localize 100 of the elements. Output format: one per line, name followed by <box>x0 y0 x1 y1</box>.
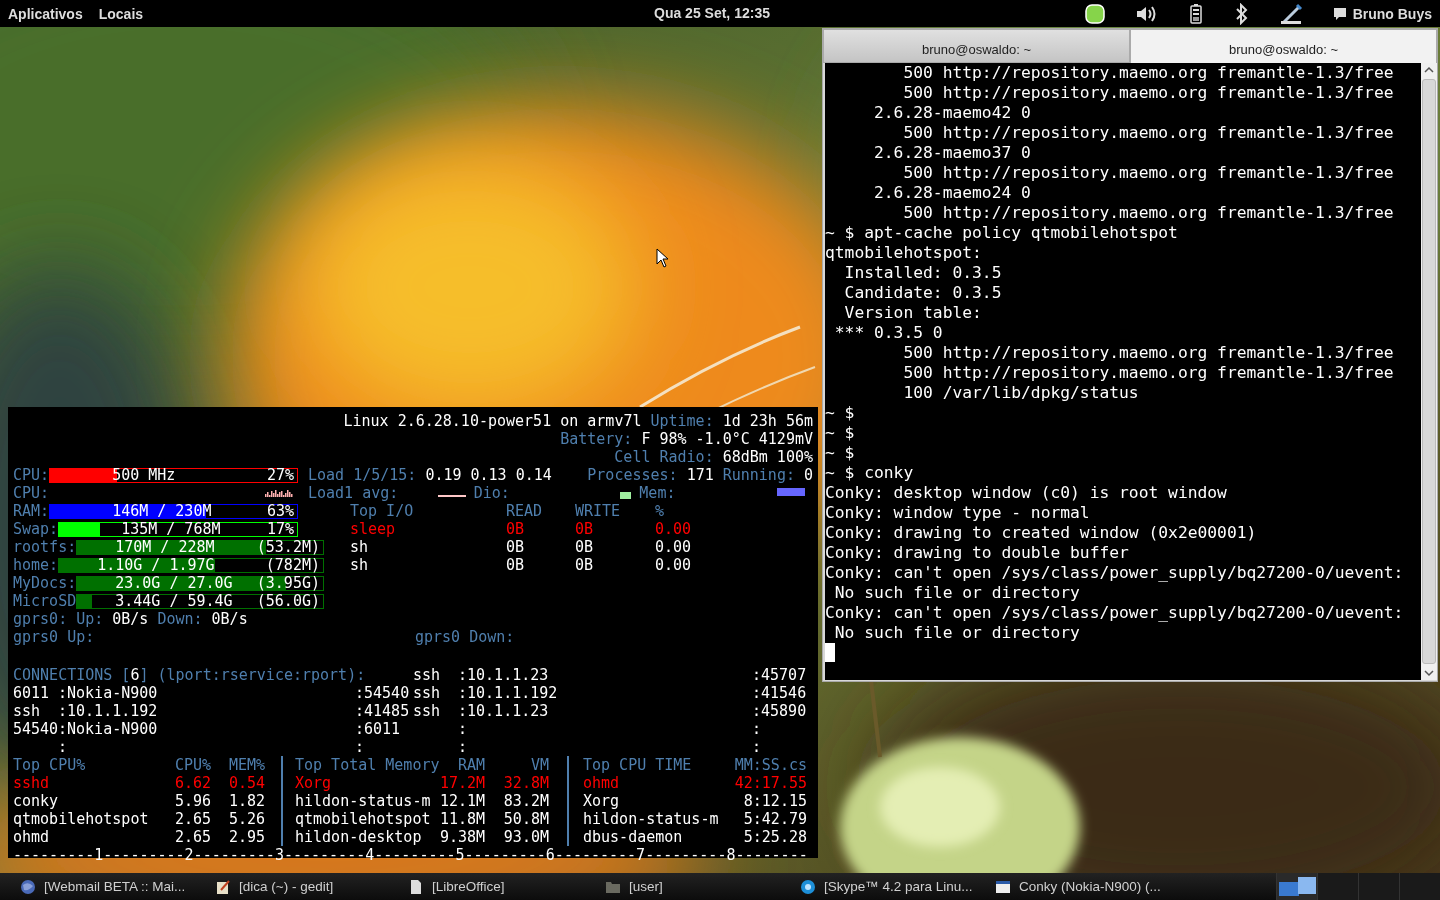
table-cell-text: :41485 <box>355 702 411 720</box>
table-cell-text: 50.8M <box>502 810 549 828</box>
table-cell-text: 0.54 <box>229 774 267 792</box>
table-cell-text: 0B <box>575 520 595 538</box>
clock[interactable]: Qua 25 Set, 12:35 <box>654 5 770 21</box>
terminal-line: Installed: 0.3.5 <box>843 263 1003 283</box>
terminal-line: Conky: drawing to created window (0x2e00001) <box>825 523 1258 543</box>
table-cell-text: : <box>752 720 763 738</box>
table-cell-text: 8:12.15 <box>742 792 807 810</box>
table-cell-text: sh <box>350 538 370 556</box>
meter-reading: 27% <box>266 468 294 482</box>
terminal-line: No such file or directory <box>833 583 1081 603</box>
table-cell-text: :6011 <box>355 720 402 738</box>
terminal-line: ~ $ conky <box>825 463 915 483</box>
meter-reading: 17% <box>266 522 294 536</box>
meter-label: CPU: <box>13 484 50 502</box>
bluetooth-icon[interactable] <box>1234 2 1249 25</box>
table-cell-text: :45707 <box>752 666 808 684</box>
table-cell-text: : <box>58 738 69 756</box>
stat-label: Down: <box>157 610 203 628</box>
taskbar-item[interactable]: Conky (Nokia-N900) (... <box>993 873 1188 900</box>
column-header: WRITE <box>575 502 622 520</box>
stat-value: 68dBm 100% <box>722 448 813 466</box>
table-cell-text: 1.82 <box>229 792 267 810</box>
stat-label: Dio: <box>473 484 510 502</box>
table-cell-text: 5.26 <box>229 810 267 828</box>
terminal-line: Version table: <box>843 303 983 323</box>
table-cell: 17.2M <box>440 774 485 792</box>
table-cell-text: :41546 <box>752 684 808 702</box>
terminal-line: Conky: can't open /sys/class/power_supply/bq27200-0/uevent: <box>825 603 1405 623</box>
table-cell-text: 0B <box>506 538 526 556</box>
terminal-line: 2.6.28-maemo42 0 <box>873 103 1032 123</box>
taskbar-item[interactable]: [Webmail BETA :: Mai... <box>18 873 213 900</box>
stat-value: 0B/s <box>211 610 248 628</box>
table-cell-text: ohmd <box>583 774 621 792</box>
table-cell-text: ssh <box>413 666 442 684</box>
table-cell-text: 6011 <box>13 684 51 702</box>
terminal-line: Conky: can't open /sys/class/power_supply/bq27200-0/uevent: <box>825 563 1405 583</box>
table-cell-text: :Nokia-N900 <box>58 720 159 738</box>
terminal-tab[interactable]: bruno@oswaldo: ~ <box>1130 29 1437 63</box>
battery-icon[interactable] <box>1188 2 1205 25</box>
column-header: Top Total Memory <box>295 756 440 774</box>
stat-value: 0B/s <box>112 610 149 628</box>
terminal-line: Conky: drawing to double buffer <box>825 543 1130 563</box>
scrollbar[interactable] <box>1421 63 1437 680</box>
taskbar-item[interactable]: [LibreOffice] <box>408 873 603 900</box>
scrollbar-thumb[interactable] <box>1422 79 1436 664</box>
meter-reading: (782M) <box>265 558 320 572</box>
terminal-line: Conky: desktop window (c0) is root window <box>825 483 1228 503</box>
taskbar-item[interactable]: [Skype™ 4.2 para Linu... <box>798 873 993 900</box>
stat-label: Running: <box>722 466 795 484</box>
stat-value: 1d 23h 56m <box>722 412 813 430</box>
meter-label: rootfs: <box>13 538 77 556</box>
column-header: Top CPU% <box>13 756 87 774</box>
terminal-line: ~ $ <box>825 423 856 443</box>
table-cell-text: : <box>752 738 763 756</box>
stat-value: 0 <box>803 466 813 484</box>
table-cell-text: ssh <box>413 684 442 702</box>
column-header: Top I/O <box>350 502 415 520</box>
stat-value: 0.19 0.13 0.14 <box>425 466 552 484</box>
table-cell-text: Xorg <box>295 774 333 792</box>
column-header: MM:SS.cs <box>733 756 807 774</box>
terminal-line: 500 http://repository.maemo.org fremantle-1.3/free <box>902 343 1395 363</box>
column-header: Top CPU TIME <box>583 756 693 774</box>
stat-value: F 98% -1.0°C 4129mV <box>641 430 813 448</box>
stat-label: gprs0: <box>13 610 68 628</box>
terminal-tab[interactable]: bruno@oswaldo: ~ <box>823 29 1130 63</box>
notepad-icon <box>215 878 231 895</box>
table-cell-text: :10.1.1.23 <box>458 702 550 720</box>
meter-label: Swap: <box>13 520 59 538</box>
table-cell-text: ohmd <box>13 828 51 846</box>
table-cell: hildon-status-m <box>583 810 720 828</box>
meter-label: MyDocs: <box>13 574 77 592</box>
stat-label: Processes: <box>587 466 678 484</box>
meter-value: 3.44G / 59.4G <box>115 594 233 608</box>
taskbar-item[interactable]: [dica (~) - gedit] <box>213 873 408 900</box>
user-menu[interactable]: Bruno Buys <box>1352 5 1432 22</box>
table-cell-text: 5:25.28 <box>742 828 807 846</box>
stat-label: Up: <box>76 610 104 628</box>
terminal-line: 2.6.28-maemo37 0 <box>873 143 1032 163</box>
table-cell-text: 0.00 <box>655 538 693 556</box>
table-cell: 11.8M <box>440 810 485 828</box>
table-cell-text: sshd <box>13 774 51 792</box>
terminal-line: ~ $ <box>825 403 856 423</box>
table-cell-text: : <box>458 738 469 756</box>
terminal-line: 2.6.28-maemo24 0 <box>873 183 1032 203</box>
taskbar-item[interactable]: [user] <box>603 873 798 900</box>
terminal-line: Conky: window type - normal <box>825 503 1091 523</box>
table-cell-text: 6.62 <box>175 774 213 792</box>
meter-reading: (56.0G) <box>256 594 320 608</box>
table-cell-text: sh <box>350 556 370 574</box>
terminal-line: qtmobilehotspot: <box>825 243 983 263</box>
table-cell-text: : <box>355 738 366 756</box>
table-cell-text: 2.95 <box>229 828 267 846</box>
table-cell-text: hildon-desktop <box>295 828 423 846</box>
column-header: VM <box>529 756 549 774</box>
stat-label: Load1 avg: <box>308 484 399 502</box>
menu-button[interactable]: Locais <box>98 5 144 22</box>
menu-button[interactable]: Aplicativos <box>8 5 83 22</box>
workspace-button[interactable] <box>1276 873 1317 900</box>
